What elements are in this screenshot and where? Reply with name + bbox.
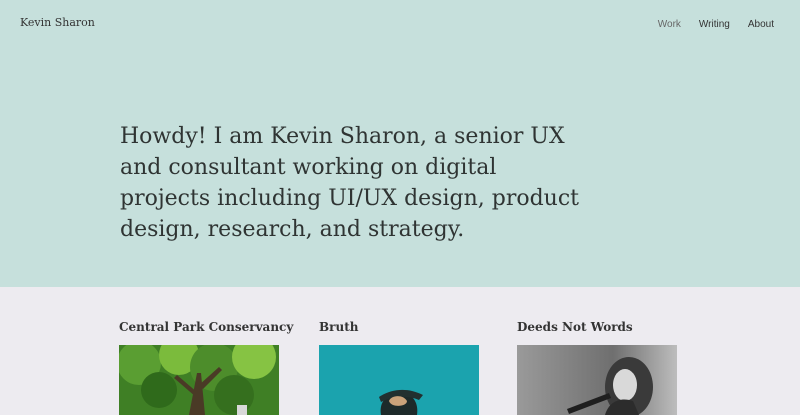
- nav-item-work[interactable]: Work: [658, 19, 681, 30]
- site-name-link[interactable]: Kevin Sharon: [20, 16, 95, 29]
- project-thumbnail[interactable]: [517, 345, 677, 415]
- project-thumbnail[interactable]: [319, 345, 479, 415]
- tree-foliage-image: [119, 345, 279, 415]
- project-title[interactable]: Deeds Not Words: [517, 320, 633, 334]
- portrait-teal-image: [319, 345, 479, 415]
- nav-item-about[interactable]: About: [748, 19, 774, 30]
- project-title[interactable]: Central Park Conservancy: [119, 320, 293, 334]
- project-thumbnail[interactable]: [119, 345, 279, 415]
- project-title[interactable]: Bruth: [319, 320, 358, 334]
- intro-text: Howdy! I am Kevin Sharon, a senior UX an…: [120, 124, 579, 242]
- projects-section: Central Park Conservancy Bruth Deeds Not…: [0, 287, 800, 415]
- speaker-photo-image: [517, 345, 677, 415]
- main-nav: Work Writing About: [658, 19, 774, 30]
- hero-section: Kevin Sharon Work Writing About Howdy! I…: [0, 0, 800, 287]
- nav-item-writing[interactable]: Writing: [699, 19, 730, 30]
